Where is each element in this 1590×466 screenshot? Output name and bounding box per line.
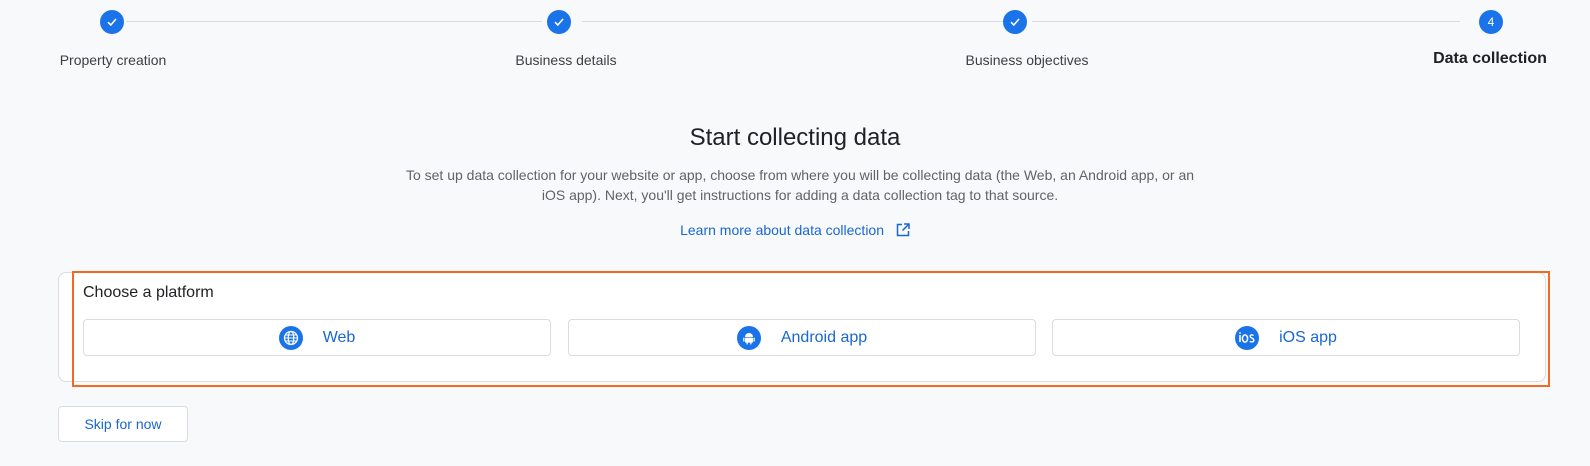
step-1-check-icon (100, 10, 124, 34)
android-icon (736, 325, 761, 350)
page-title: Start collecting data (689, 124, 901, 151)
step-2-check-icon (547, 10, 571, 34)
external-link-icon (896, 223, 910, 240)
step-3-check-icon (1003, 10, 1027, 34)
learn-more-label: Learn more about data collection (680, 222, 885, 238)
ios-icon (1235, 325, 1260, 350)
page-description: To set up data collection for your websi… (405, 167, 1195, 203)
web-platform-label: Web (322, 328, 356, 346)
web-platform-button[interactable]: Web (83, 319, 551, 356)
step-connector (126, 21, 542, 22)
step-4-number: 4 (1479, 10, 1503, 34)
android-platform-label: Android app (780, 328, 868, 346)
platform-title: Choose a platform (83, 284, 214, 301)
globe-icon (278, 325, 303, 350)
step-label-property-creation: Property creation (59, 52, 167, 68)
step-label-business-objectives: Business objectives (965, 52, 1089, 68)
learn-more-link[interactable]: Learn more about data collection (0, 222, 1590, 240)
skip-for-now-button[interactable]: Skip for now (58, 406, 188, 442)
android-platform-button[interactable]: Android app (568, 319, 1036, 356)
ios-platform-label: iOS app (1279, 328, 1337, 346)
setup-stepper: 4 Property creation Business details Bus… (0, 0, 1590, 80)
step-label-data-collection: Data collection (1433, 50, 1547, 67)
step-connector (1032, 21, 1460, 22)
step-connector (582, 21, 1012, 22)
ios-platform-button[interactable]: iOS app (1052, 319, 1520, 356)
step-label-business-details: Business details (515, 52, 617, 68)
